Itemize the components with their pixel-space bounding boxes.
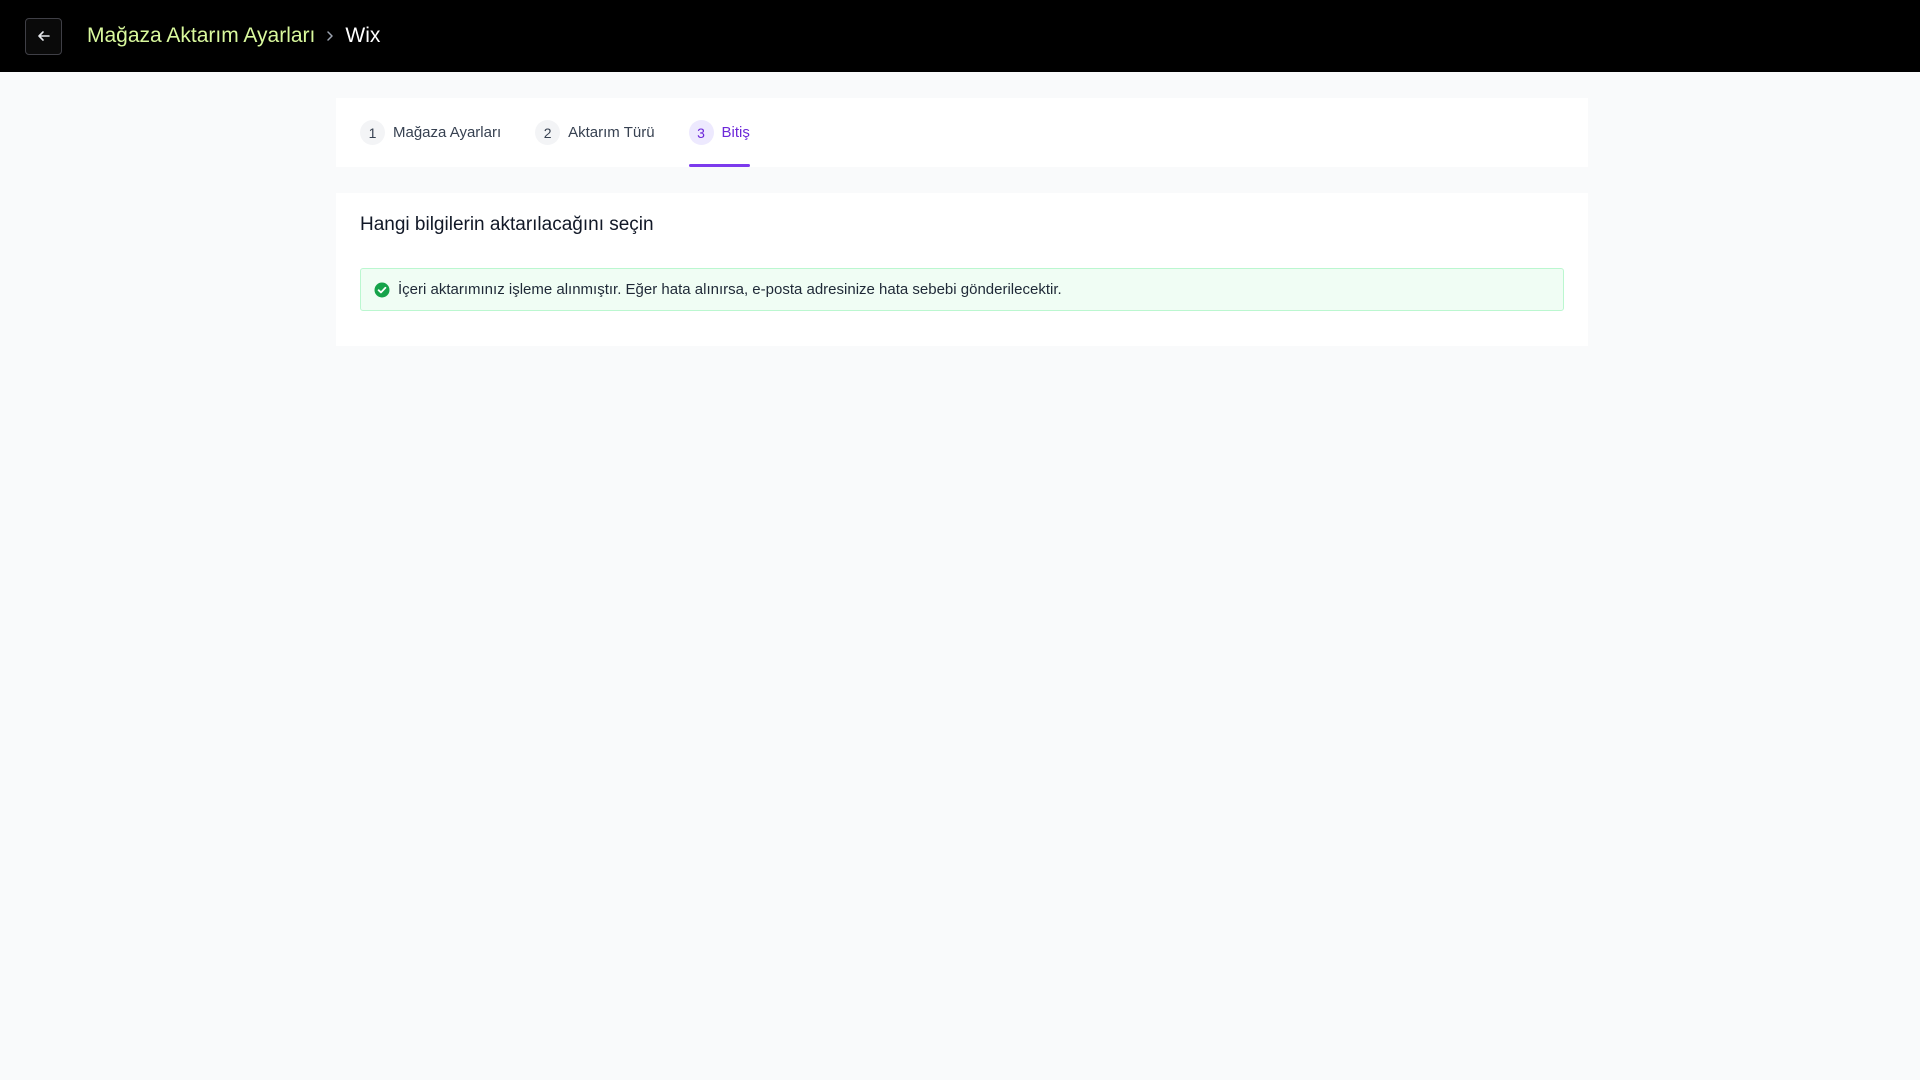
arrow-left-icon <box>37 31 50 41</box>
step-number: 1 <box>360 120 385 145</box>
back-button[interactable] <box>25 17 62 55</box>
section-title: Hangi bilgilerin aktarılacağını seçin <box>360 214 654 235</box>
stepper: 1 Mağaza Ayarları 2 Aktarım Türü 3 Bitiş <box>336 98 1588 167</box>
breadcrumb-current: Wix <box>345 24 381 47</box>
top-bar: Mağaza Aktarım Ayarları Wix <box>0 0 1920 72</box>
check-circle-icon <box>374 282 390 298</box>
step-number: 3 <box>688 120 714 145</box>
step-transfer-type[interactable]: 2 Aktarım Türü <box>535 98 655 167</box>
step-label: Bitiş <box>721 124 750 141</box>
step-number: 2 <box>535 120 561 145</box>
success-alert: İçeri aktarımınız işleme alınmıştır. Eğe… <box>360 268 1564 311</box>
step-label: Aktarım Türü <box>568 124 655 141</box>
breadcrumb-parent-link[interactable]: Mağaza Aktarım Ayarları <box>87 24 315 48</box>
step-label: Mağaza Ayarları <box>393 124 502 141</box>
chevron-right-icon <box>325 30 335 42</box>
step-finish[interactable]: 3 Bitiş <box>688 98 751 167</box>
alert-message: İçeri aktarımınız işleme alınmıştır. Eğe… <box>398 281 1062 298</box>
step-store-settings[interactable]: 1 Mağaza Ayarları <box>360 98 501 167</box>
content-card: Hangi bilgilerin aktarılacağını seçin İç… <box>336 193 1588 346</box>
breadcrumb: Mağaza Aktarım Ayarları Wix <box>87 24 380 48</box>
